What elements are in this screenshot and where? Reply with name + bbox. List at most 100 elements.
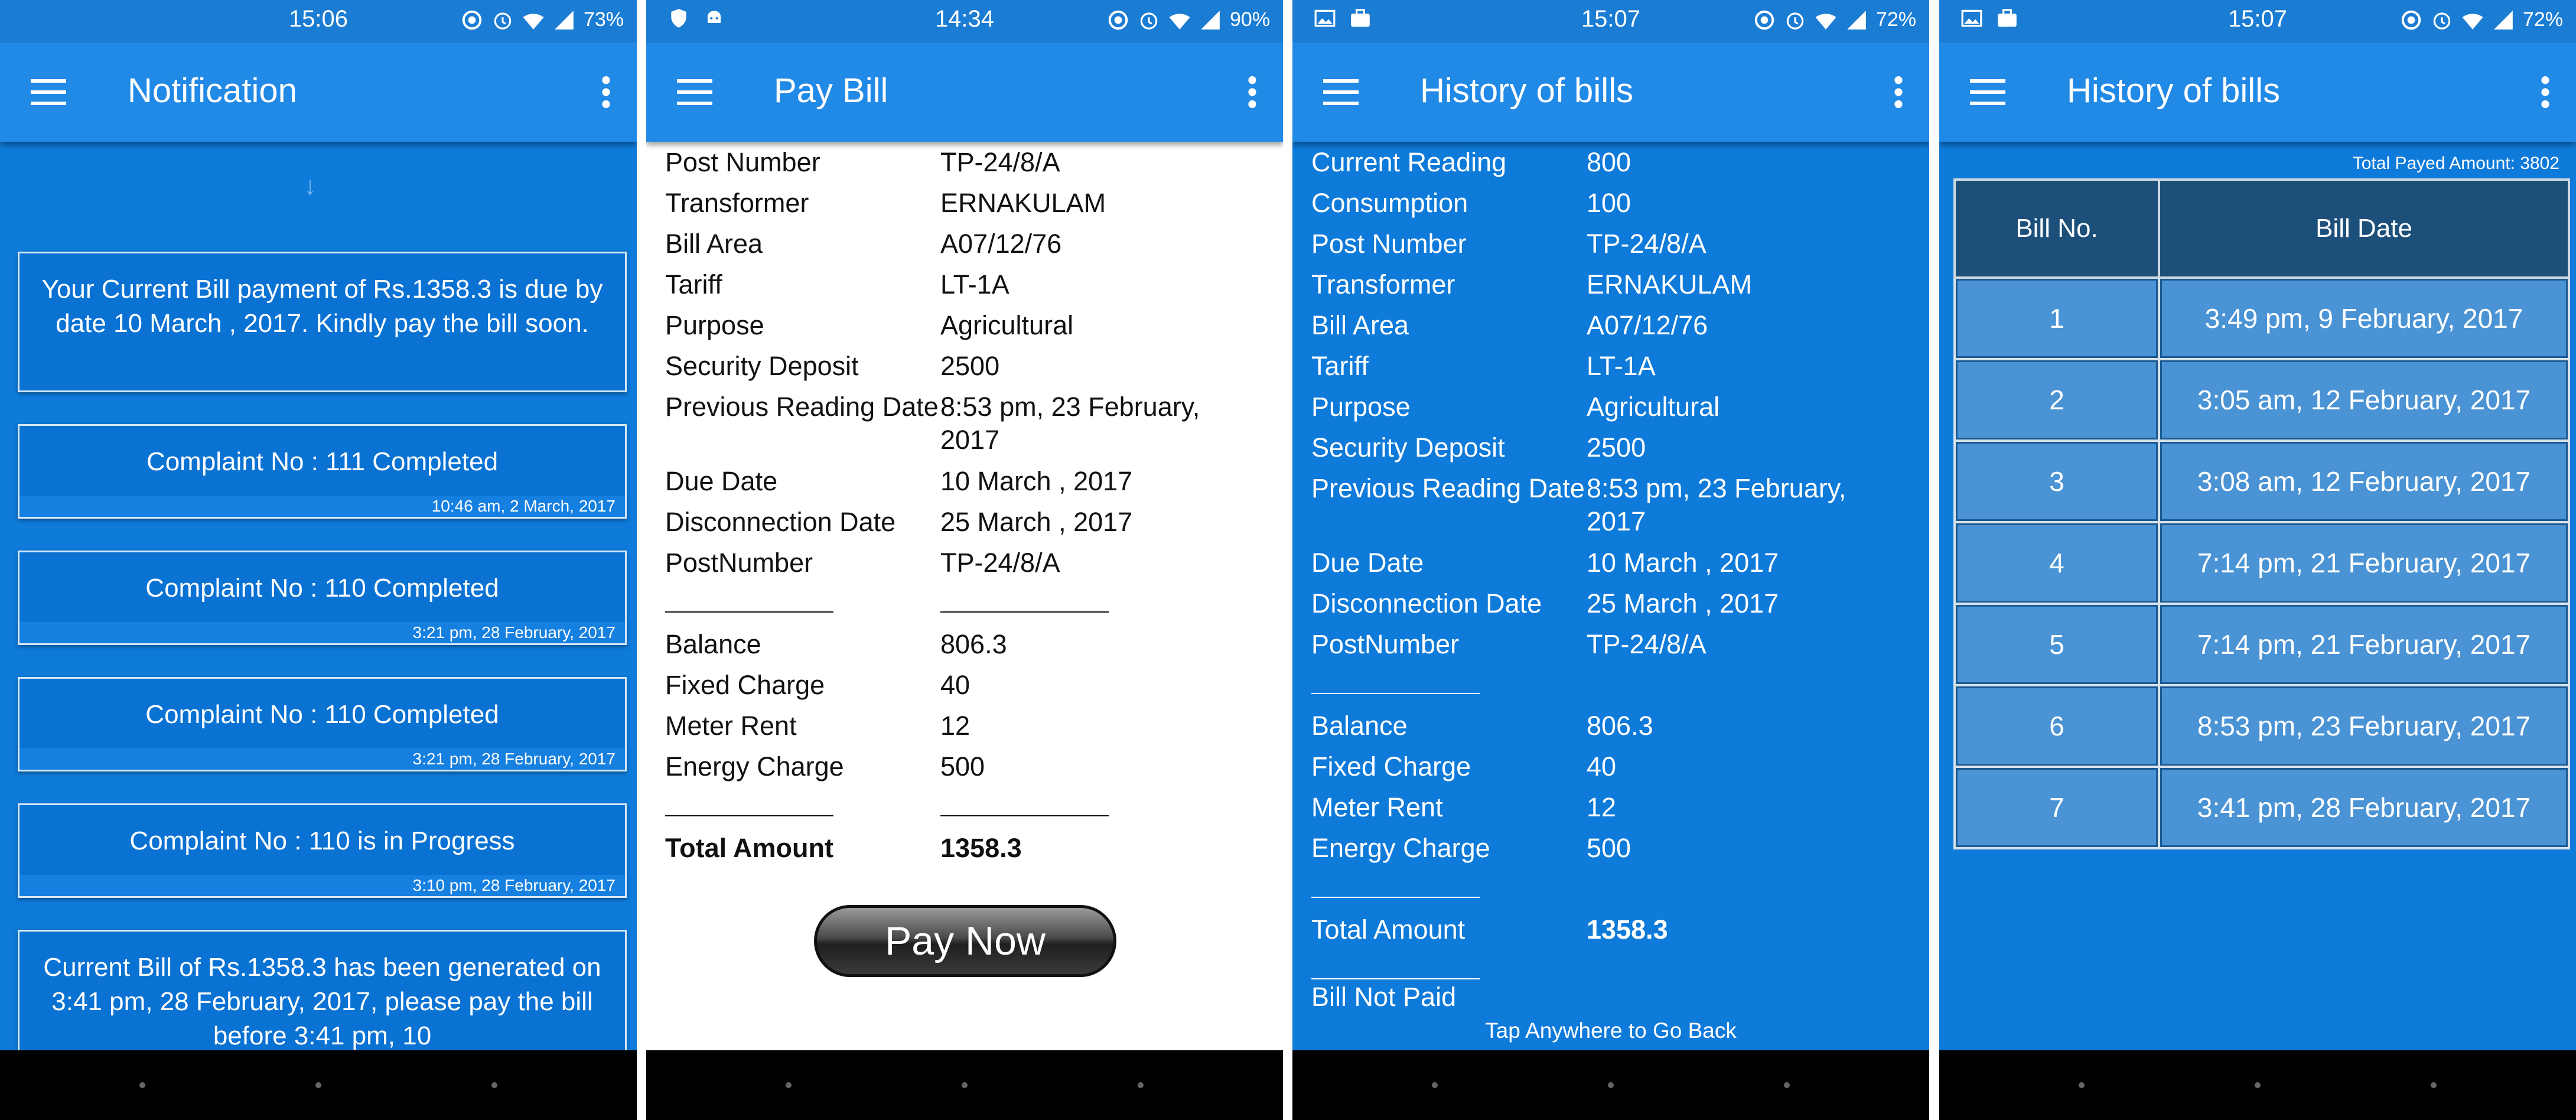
notification-card[interactable]: Complaint No : 111 Completed 10:46 am, 2… <box>18 424 627 519</box>
bill-number-cell: 6 <box>1953 684 2160 768</box>
table-row[interactable]: 6 8:53 pm, 23 February, 2017 <box>1953 684 2570 768</box>
detail-row: Security Deposit 2500 <box>665 346 1242 386</box>
hamburger-menu-icon[interactable] <box>677 79 712 105</box>
notification-card[interactable]: Current Bill of Rs.1358.3 has been gener… <box>18 930 627 1050</box>
table-row[interactable]: 4 7:14 pm, 21 February, 2017 <box>1953 521 2570 605</box>
alarm-icon <box>2433 12 2451 30</box>
bill-date-cell: 3:08 am, 12 February, 2017 <box>2158 439 2570 523</box>
table-row[interactable]: 7 3:41 pm, 28 February, 2017 <box>1953 766 2570 849</box>
home-nav-icon[interactable] <box>962 1082 968 1088</box>
detail-value: 2500 <box>940 351 1000 381</box>
hamburger-menu-icon[interactable] <box>1323 79 1359 105</box>
table-row[interactable]: 3 3:08 am, 12 February, 2017 <box>1953 439 2570 523</box>
detail-label: Consumption <box>1311 188 1468 218</box>
detail-value: A07/12/76 <box>940 229 1062 259</box>
page-title: Notification <box>128 71 297 110</box>
bill-date-cell: 8:53 pm, 23 February, 2017 <box>2158 684 2570 768</box>
home-nav-icon[interactable] <box>1608 1082 1614 1088</box>
detail-value: 806.3 <box>940 629 1007 659</box>
hamburger-menu-icon[interactable] <box>31 79 66 105</box>
detail-label: Previous Reading Date <box>665 392 939 422</box>
alarm-icon <box>1786 12 1804 30</box>
recents-nav-icon[interactable] <box>1138 1082 1144 1088</box>
notification-timestamp: 3:21 pm, 28 February, 2017 <box>412 623 615 642</box>
wifi-icon <box>2462 13 2483 30</box>
back-nav-icon[interactable] <box>2079 1082 2085 1088</box>
notification-screen: 15:06 73% Notification ↓ Your Current Bi… <box>0 0 637 1120</box>
app-bar: History of bills <box>1292 43 1929 142</box>
notification-card[interactable]: Complaint No : 110 Completed 3:21 pm, 28… <box>18 677 627 771</box>
detail-row: Post Number TP-24/8/A <box>1311 223 1888 264</box>
pay-now-button[interactable]: Pay Now <box>814 905 1116 977</box>
back-nav-icon[interactable] <box>1432 1082 1438 1088</box>
bill-detail-overlay[interactable]: Current Reading 800 Consumption 100 Post N… <box>1292 142 1929 1050</box>
detail-value: LT-1A <box>1587 351 1656 381</box>
detail-value: Agricultural <box>1587 392 1720 422</box>
detail-value: 10 March , 2017 <box>1587 548 1779 578</box>
recents-nav-icon[interactable] <box>2431 1082 2437 1088</box>
status-bar: 15:07 72% <box>1939 0 2576 43</box>
battery-level: 90% <box>1229 8 1270 31</box>
more-options-icon[interactable] <box>2541 76 2550 109</box>
detail-label: Previous Reading Date <box>1311 473 1585 503</box>
recents-nav-icon[interactable] <box>491 1082 497 1088</box>
detail-row: Due Date 10 March , 2017 <box>665 461 1242 502</box>
total-row: Total Amount 1358.3 <box>1311 909 1888 950</box>
status-bar: 15:06 73% <box>0 0 637 43</box>
bill-date-cell: 3:49 pm, 9 February, 2017 <box>2158 276 2570 360</box>
bill-number-cell: 1 <box>1953 276 2160 360</box>
notification-card[interactable]: Complaint No : 110 is in Progress 3:10 p… <box>18 803 627 898</box>
detail-value: TP-24/8/A <box>1587 229 1707 259</box>
recents-nav-icon[interactable] <box>1784 1082 1790 1088</box>
page-title: History of bills <box>2067 71 2280 110</box>
table-row[interactable]: 2 3:05 am, 12 February, 2017 <box>1953 358 2570 442</box>
more-options-icon[interactable] <box>1248 76 1257 109</box>
detail-value: TP-24/8/A <box>1587 629 1707 659</box>
detail-row: Tariff LT-1A <box>1311 346 1888 386</box>
detail-label: Due Date <box>1311 548 1424 578</box>
navigation-bar <box>646 1050 1283 1120</box>
detail-value: 10 March , 2017 <box>940 466 1133 496</box>
detail-value: 800 <box>1587 147 1631 177</box>
tap-to-go-back-hint[interactable]: Tap Anywhere to Go Back <box>1292 1018 1929 1043</box>
detail-value: A07/12/76 <box>1587 310 1708 340</box>
back-nav-icon[interactable] <box>139 1082 145 1088</box>
detail-value: 8:53 pm, 23 February, 2017 <box>1587 473 1846 536</box>
detail-row: Previous Reading Date 8:53 pm, 23 Februar… <box>665 386 1242 461</box>
battery-level: 72% <box>2522 8 2563 31</box>
total-row: Total Amount 1358.3 <box>665 828 1242 868</box>
detail-label: Disconnection Date <box>665 507 896 537</box>
home-nav-icon[interactable] <box>2255 1082 2261 1088</box>
table-row[interactable]: 1 3:49 pm, 9 February, 2017 <box>1953 276 2570 360</box>
status-bar: 15:07 72% <box>1292 0 1929 43</box>
status-bar: 14:34 90% <box>646 0 1283 43</box>
detail-row: Due Date 10 March , 2017 <box>1311 542 1888 583</box>
detail-row: PostNumber TP-24/8/A <box>665 542 1242 583</box>
total-label: Total Amount <box>665 833 833 863</box>
more-options-icon[interactable] <box>1894 76 1903 109</box>
notification-timestamp: 3:21 pm, 28 February, 2017 <box>412 750 615 768</box>
battery-level: 73% <box>583 8 624 31</box>
page-title: History of bills <box>1420 71 1633 110</box>
notification-card[interactable]: Complaint No : 110 Completed 3:21 pm, 28… <box>18 551 627 645</box>
notification-card[interactable]: Your Current Bill payment of Rs.1358.3 i… <box>18 252 627 392</box>
detail-row: PostNumber TP-24/8/A <box>1311 624 1888 665</box>
detail-label: Energy Charge <box>665 751 844 782</box>
more-options-icon[interactable] <box>601 76 611 109</box>
navigation-bar <box>1939 1050 2576 1120</box>
home-nav-icon[interactable] <box>315 1082 321 1088</box>
back-nav-icon[interactable] <box>786 1082 792 1088</box>
detail-label: PostNumber <box>665 548 813 578</box>
hamburger-menu-icon[interactable] <box>1970 79 2005 105</box>
notification-timestamp: 3:10 pm, 28 February, 2017 <box>412 876 615 894</box>
wifi-icon <box>1169 13 1190 30</box>
notification-list[interactable]: ↓ Your Current Bill payment of Rs.1358.3… <box>0 142 637 1050</box>
detail-value: 806.3 <box>1587 711 1653 741</box>
detail-value: 100 <box>1587 188 1631 218</box>
bill-details: Post Number TP-24/8/A Transformer ERNAKULA… <box>646 142 1283 1050</box>
bill-number-cell: 7 <box>1953 766 2160 849</box>
table-row[interactable]: 5 7:14 pm, 21 February, 2017 <box>1953 603 2570 686</box>
detail-value: 12 <box>1587 792 1617 822</box>
wifi-icon <box>523 13 544 30</box>
column-header-bill-date: Bill Date <box>2158 178 2570 279</box>
